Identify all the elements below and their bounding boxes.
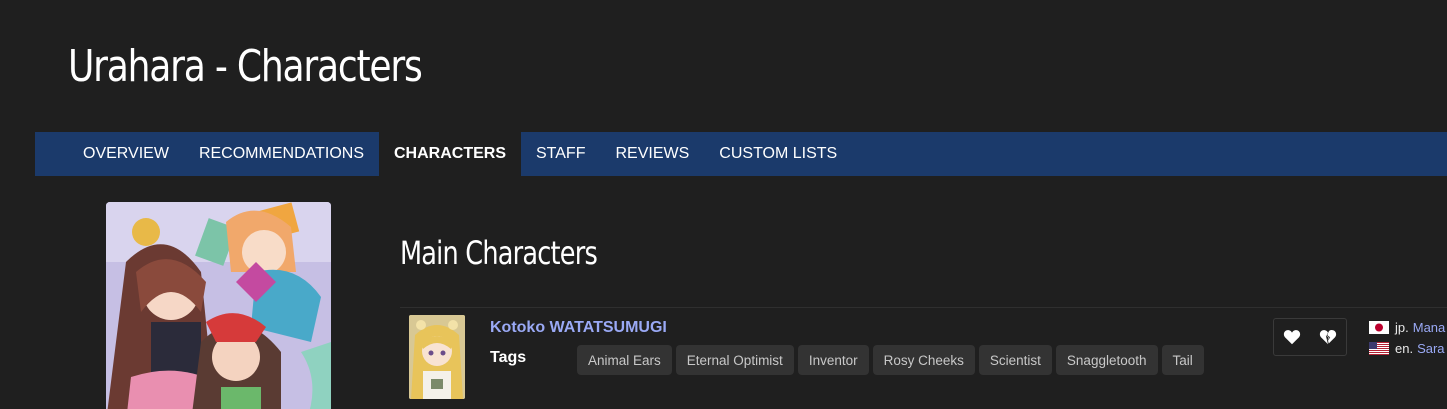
broken-heart-icon bbox=[1319, 330, 1337, 345]
tab-bar: OVERVIEW RECOMMENDATIONS CHARACTERS STAF… bbox=[35, 132, 1447, 176]
page: Urahara - Characters OVERVIEW RECOMMENDA… bbox=[0, 0, 1447, 409]
tag-chip[interactable]: Tail bbox=[1161, 345, 1204, 375]
tag-chip[interactable]: Scientist bbox=[978, 345, 1052, 375]
voice-actor-item: en. Sara bbox=[1369, 338, 1445, 359]
voice-actor-language: jp. bbox=[1395, 320, 1409, 335]
character-name-link[interactable]: Kotoko WATATSUMUGI bbox=[490, 319, 667, 337]
page-title: Urahara - Characters bbox=[68, 41, 423, 92]
tag-chip[interactable]: Animal Ears bbox=[577, 345, 672, 375]
tab-recommendations[interactable]: RECOMMENDATIONS bbox=[184, 132, 379, 176]
character-row: Kotoko WATATSUMUGI Tags Animal Ears Eter… bbox=[400, 307, 1447, 409]
voice-actor-language: en. bbox=[1395, 341, 1414, 356]
tab-staff[interactable]: STAFF bbox=[521, 132, 600, 176]
tag-list: Animal Ears Eternal Optimist Inventor Ro… bbox=[577, 345, 1204, 375]
cover-illustration bbox=[106, 202, 331, 409]
japan-flag-icon bbox=[1369, 321, 1389, 334]
cover-image bbox=[106, 202, 331, 409]
voice-actor-link[interactable]: Mana bbox=[1413, 320, 1446, 335]
love-button[interactable] bbox=[1274, 319, 1310, 355]
favorite-vote-box bbox=[1273, 318, 1347, 356]
tab-custom-lists[interactable]: CUSTOM LISTS bbox=[704, 132, 852, 176]
heart-icon bbox=[1283, 330, 1301, 345]
voice-actor-item: jp. Mana bbox=[1369, 317, 1445, 338]
usa-flag-icon bbox=[1369, 342, 1389, 355]
hate-button[interactable] bbox=[1310, 319, 1346, 355]
tag-chip[interactable]: Eternal Optimist bbox=[675, 345, 794, 375]
voice-actor-link[interactable]: Sara bbox=[1417, 341, 1444, 356]
tags-label: Tags bbox=[490, 349, 527, 366]
tag-chip[interactable]: Inventor bbox=[797, 345, 869, 375]
tag-chip[interactable]: Rosy Cheeks bbox=[872, 345, 975, 375]
character-portrait bbox=[409, 315, 465, 399]
tab-reviews[interactable]: REVIEWS bbox=[600, 132, 704, 176]
tab-overview[interactable]: OVERVIEW bbox=[68, 132, 184, 176]
character-thumbnail[interactable] bbox=[409, 315, 465, 399]
voice-actor-list: jp. Mana en. Sara bbox=[1369, 317, 1445, 359]
tab-characters[interactable]: CHARACTERS bbox=[379, 132, 521, 176]
section-title: Main Characters bbox=[400, 234, 598, 272]
tag-chip[interactable]: Snaggletooth bbox=[1055, 345, 1158, 375]
